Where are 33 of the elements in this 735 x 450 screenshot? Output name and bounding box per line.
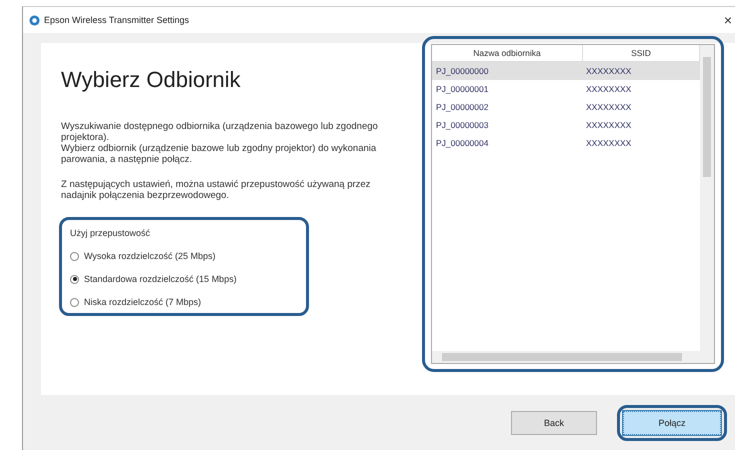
group-label: Użyj przepustowość — [70, 228, 152, 238]
radio-button[interactable] — [70, 274, 79, 284]
column-header[interactable]: Nazwa odbiornika — [432, 45, 583, 61]
page-heading: Wybierz Odbiornik — [61, 67, 242, 93]
window-title: Epson Wireless Transmitter Settings — [44, 15, 190, 25]
radio-label[interactable]: Wysoka rozdzielczość (25 Mbps) — [84, 251, 216, 261]
receiver-row[interactable]: PJ_00000000 XXXXXXXX — [432, 62, 700, 80]
table-cell-text: XXXXXXXX — [586, 120, 632, 130]
table-cell-text: PJ_00000004 — [435, 138, 490, 148]
radio-label[interactable]: Standardowa rozdzielczość (15 Mbps) — [84, 274, 237, 284]
description-text: Wyszukiwanie dostępnego odbiornika (urządzenia bazowego lub zgodnego projektora). Wybierz odbiornik (urządzenie bazowe lub zgodny projektor) do wykonania parowania, a następnie połącz. — [61, 121, 379, 165]
back-button[interactable]: Back — [511, 411, 597, 435]
receiver-row[interactable]: PJ_00000002 XXXXXXXX — [432, 98, 700, 116]
receiver-row[interactable]: PJ_00000004 XXXXXXXX — [432, 134, 700, 152]
table-cell-text: XXXXXXXX — [586, 102, 632, 112]
radio-label[interactable]: Niska rozdzielczość (7 Mbps) — [84, 297, 202, 307]
table-cell-text: PJ_00000001 — [435, 84, 490, 94]
table-cell-text: PJ_00000000 — [435, 66, 490, 76]
table-cell-text: XXXXXXXX — [586, 66, 632, 76]
connect-button[interactable]: Połącz — [623, 411, 721, 435]
horizontal-scrollbar[interactable] — [432, 351, 700, 363]
vertical-scrollbar[interactable] — [700, 45, 714, 363]
app-icon — [29, 14, 40, 26]
radio-button[interactable] — [70, 252, 79, 260]
table-cell-text: XXXXXXXX — [586, 138, 632, 148]
table-cell-text: PJ_00000003 — [435, 120, 490, 130]
receiver-row[interactable]: PJ_00000001 XXXXXXXX — [432, 80, 700, 98]
close-button[interactable]: × — [721, 12, 735, 28]
table-cell-text: PJ_00000002 — [435, 102, 490, 112]
receiver-row[interactable]: PJ_00000003 XXXXXXXX — [432, 116, 700, 134]
radio-button[interactable] — [70, 298, 79, 306]
table-cell-text: XXXXXXXX — [586, 84, 632, 94]
description-text: Z następujących ustawień, można ustawić przepustowość używaną przez nadajnik połączenia bezprzewodowego. — [61, 179, 372, 201]
